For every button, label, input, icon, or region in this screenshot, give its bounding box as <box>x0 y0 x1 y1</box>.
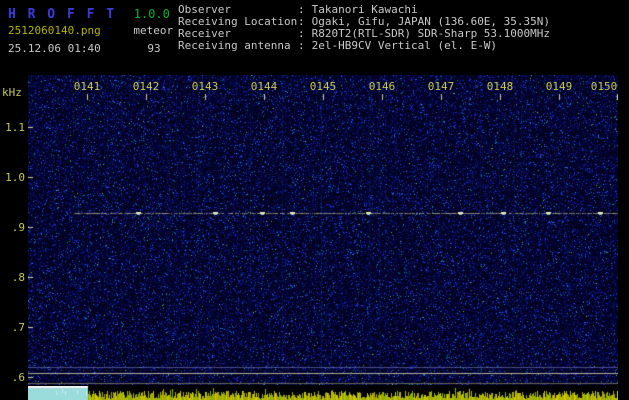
header-left: H R O F F T 1.0.0 2512060140.png meteor … <box>8 3 173 55</box>
spectrogram-plot: 0141 0142 0143 0144 0145 0146 0147 0148 0149 0150 <box>28 75 618 385</box>
hrofft-screen: H R O F F T 1.0.0 2512060140.png meteor … <box>0 0 629 400</box>
info-row-antenna: Receiving antenna:2el-HB9CV Vertical (el… <box>178 40 550 52</box>
date-line: 25.12.06 01:40 93 <box>8 42 173 55</box>
y-axis-tick-label: 1.0 <box>5 171 25 184</box>
observation-datetime: 25.12.06 01:40 <box>8 42 101 55</box>
observer-info-block: Observer: Takanori Kawachi Receiving Loca… <box>178 4 550 52</box>
info-colon: : <box>298 39 305 52</box>
signal-level-strip-canvas <box>28 386 618 400</box>
y-axis-tick-label: .9 <box>11 221 25 234</box>
info-value: 2el-HB9CV Vertical (el. E-W) <box>311 39 498 52</box>
meteor-count: 93 <box>147 42 161 55</box>
y-axis-tick-label: 1.1 <box>5 121 25 134</box>
y-axis-tick-label: .6 <box>11 371 25 384</box>
y-axis-tick-label: .7 <box>11 321 25 334</box>
spectrogram-canvas <box>28 75 618 385</box>
file-line: 2512060140.png meteor <box>8 24 173 37</box>
app-title: H R O F F T <box>8 7 117 22</box>
mode-label: meteor <box>133 24 174 37</box>
app-version: 1.0.0 <box>133 7 170 21</box>
y-axis-labels: 1.1 1.0 .9 .8 .7 .6 <box>0 75 26 385</box>
output-filename: 2512060140.png <box>8 24 101 37</box>
y-axis-tick-label: .8 <box>11 271 25 284</box>
info-label: Receiving antenna <box>178 39 291 52</box>
title-line: H R O F F T 1.0.0 <box>8 3 173 22</box>
